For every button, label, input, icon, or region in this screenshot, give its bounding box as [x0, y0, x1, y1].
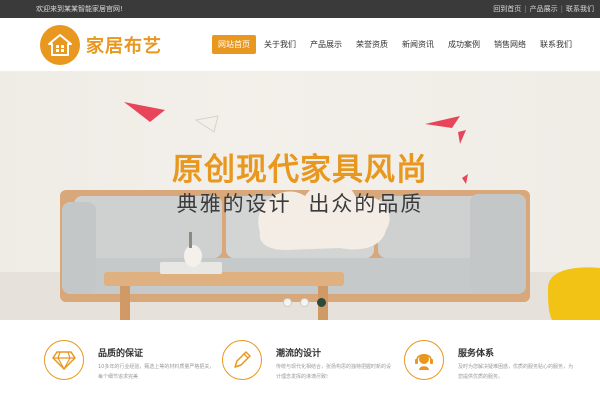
feature-icon-circle — [222, 340, 262, 380]
pencil-icon — [234, 351, 251, 368]
paper-plane-shape — [458, 130, 466, 144]
slider-dot[interactable] — [283, 298, 292, 307]
nav-item-home[interactable]: 网站首页 — [212, 35, 256, 54]
top-link-products[interactable]: 产品展示 — [530, 0, 558, 18]
feature-title: 品质的保证 — [98, 349, 144, 359]
feature-icon-circle — [44, 340, 84, 380]
support-agent-icon — [415, 353, 433, 370]
feature-service[interactable]: 服务体系 及时为您解决疑难困惑，优质的服务贴心的服务，为您提供优质的服务。 — [404, 334, 574, 394]
slider-dot[interactable] — [300, 298, 309, 307]
nav-item-cases[interactable]: 成功案例 — [442, 35, 486, 54]
feature-desc: 及时为您解决疑难困惑，优质的服务贴心的服务，为您提供优质的服务。 — [458, 364, 574, 380]
features-section: 品质的保证 10多年的行业经验，甄选上等的材料质量严格把关，每个细节追求完美 潮… — [0, 320, 600, 400]
feature-design[interactable]: 潮流的设计 传统与现代化相结合，张扬构思的独特把握时新的设计理念发挥的淋漓尽致! — [222, 334, 392, 394]
top-bar: 欢迎来到某某智能家居官网! 回到首页 | 产品展示 | 联系我们 — [0, 0, 600, 18]
banner-subtitle: 典雅的设计 出众的品质 — [176, 192, 424, 216]
slider-dots — [283, 298, 326, 307]
top-link-separator: | — [524, 5, 527, 13]
nav-item-about[interactable]: 关于我们 — [258, 35, 302, 54]
main-nav: 网站首页 关于我们 产品展示 荣誉资质 新闻资讯 成功案例 销售网络 联系我们 — [212, 35, 580, 54]
top-link-home[interactable]: 回到首页 — [493, 0, 521, 18]
diamond-icon — [52, 351, 76, 370]
nav-item-products[interactable]: 产品展示 — [304, 35, 348, 54]
top-link-contact[interactable]: 联系我们 — [566, 0, 594, 18]
feature-title: 服务体系 — [458, 349, 495, 359]
slider-dot-active[interactable] — [317, 298, 326, 307]
paper-plane-outline — [194, 115, 219, 133]
welcome-text: 欢迎来到某某智能家居官网! — [36, 5, 123, 13]
feature-quality[interactable]: 品质的保证 10多年的行业经验，甄选上等的材料质量严格把关，每个细节追求完美 — [44, 334, 214, 394]
nav-item-contact[interactable]: 联系我们 — [534, 35, 578, 54]
nav-item-news[interactable]: 新闻资讯 — [396, 35, 440, 54]
feature-desc: 10多年的行业经验，甄选上等的材料质量严格把关，每个细节追求完美 — [98, 364, 215, 380]
nav-item-honors[interactable]: 荣誉资质 — [350, 35, 394, 54]
house-icon — [48, 34, 72, 56]
nav-item-sales-network[interactable]: 销售网络 — [488, 35, 532, 54]
logo[interactable] — [40, 25, 80, 65]
paper-plane-shape — [425, 116, 460, 128]
feature-title: 潮流的设计 — [276, 349, 322, 359]
hero-banner[interactable]: 原创现代家具风尚 典雅的设计 出众的品质 — [0, 72, 600, 320]
paper-plane-shape — [124, 102, 165, 122]
feature-desc: 传统与现代化相结合，张扬构思的独特把握时新的设计理念发挥的淋漓尽致! — [276, 364, 392, 380]
top-link-separator: | — [560, 5, 563, 13]
top-links: 回到首页 | 产品展示 | 联系我们 — [493, 0, 594, 18]
feature-icon-circle — [404, 340, 444, 380]
logo-text[interactable]: 家居布艺 — [86, 32, 162, 58]
site-header: 家居布艺 网站首页 关于我们 产品展示 荣誉资质 新闻资讯 成功案例 销售网络 … — [0, 18, 600, 72]
banner-title: 原创现代家具风尚 — [172, 152, 428, 188]
